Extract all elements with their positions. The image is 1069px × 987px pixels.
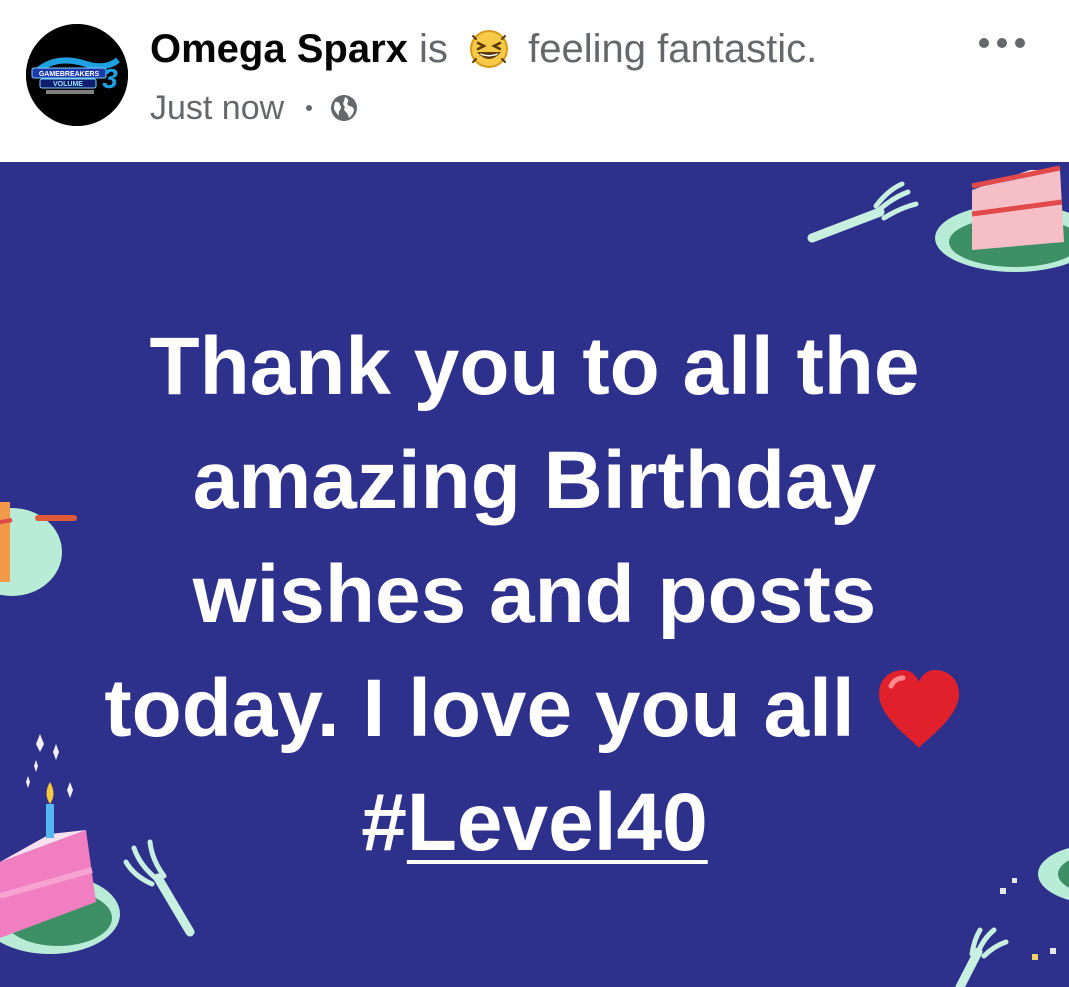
post-header: GAMEBREAKERS VOLUME 3 Omega Sparx is fee… <box>0 0 1069 162</box>
message-line: wishes and posts <box>192 549 877 640</box>
cake-slice-icon <box>935 165 1069 272</box>
hashtag-text: Level40 <box>406 777 708 868</box>
hashtag-prefix: # <box>361 777 407 868</box>
gamebreakers-logo: GAMEBREAKERS VOLUME 3 <box>26 24 128 126</box>
post-background: Thank you to all the amazing Birthday wi… <box>0 162 1069 987</box>
fork-icon <box>807 181 919 243</box>
more-options-button[interactable] <box>974 28 1030 58</box>
grinning-squinting-face-icon <box>467 26 511 70</box>
avatar[interactable]: GAMEBREAKERS VOLUME 3 <box>26 24 128 126</box>
facebook-post: GAMEBREAKERS VOLUME 3 Omega Sparx is fee… <box>0 0 1069 987</box>
post-meta: Just now <box>150 86 359 130</box>
logo-text-volume: VOLUME <box>53 81 83 88</box>
more-options-icon <box>979 38 1025 48</box>
message-line: amazing Birthday <box>192 435 877 526</box>
hashtag-line: #Level40 <box>40 766 1029 880</box>
message-line-with-heart: today. I love you all <box>40 652 1029 766</box>
plate-icon <box>1038 848 1069 900</box>
post-message: Thank you to all the amazing Birthday wi… <box>40 310 1029 880</box>
red-heart-icon <box>873 664 965 756</box>
separator-dot <box>305 105 312 111</box>
fork-icon <box>955 927 1009 987</box>
message-line: Thank you to all the <box>149 321 920 412</box>
post-title-line: Omega Sparx is feeling fantastic. <box>150 24 817 74</box>
feeling-text[interactable]: feeling fantastic. <box>528 27 817 71</box>
globe-icon[interactable] <box>329 90 359 121</box>
hashtag-link[interactable]: #Level40 <box>361 777 708 868</box>
message-line: today. I love you all <box>104 663 855 754</box>
verb-text: is <box>419 27 448 71</box>
logo-number: 3 <box>102 63 118 94</box>
timestamp[interactable]: Just now <box>150 89 284 127</box>
logo-text-gamebreakers: GAMEBREAKERS <box>39 71 100 78</box>
author-name[interactable]: Omega Sparx <box>150 27 408 71</box>
crumbs-icon <box>1000 878 1056 960</box>
